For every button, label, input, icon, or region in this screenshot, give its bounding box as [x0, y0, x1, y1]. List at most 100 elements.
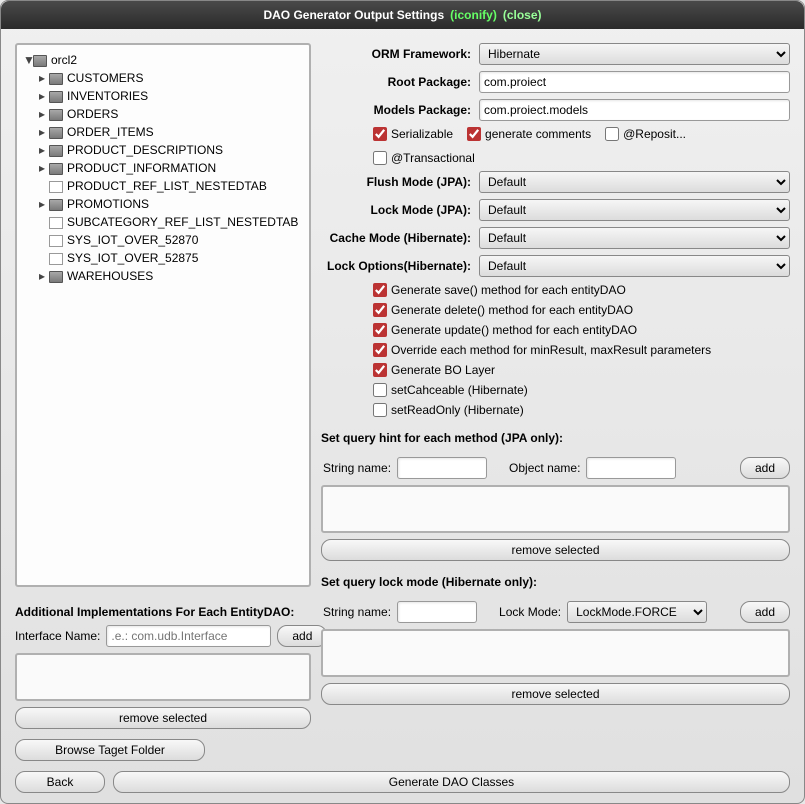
- hint-strname-input[interactable]: [397, 457, 487, 479]
- tree-root-label: orcl2: [51, 53, 77, 67]
- tree-item[interactable]: SYS_IOT_OVER_52875: [39, 249, 305, 267]
- generate-option[interactable]: Override each method for minResult, maxR…: [373, 343, 790, 357]
- tree-root[interactable]: ▼ orcl2 ▸ CUSTOMERS ▸ INVENTORIES ▸ ORDERS ▸ ORD…: [23, 51, 305, 285]
- tree-item[interactable]: SUBCATEGORY_REF_LIST_NESTEDTAB: [39, 213, 305, 231]
- interface-listbox[interactable]: [15, 653, 311, 701]
- lock-select[interactable]: Default: [479, 199, 790, 221]
- lock-label: Lock Mode (JPA):: [321, 203, 471, 217]
- interface-name-input[interactable]: [106, 625, 271, 647]
- triangle-right-icon[interactable]: ▸: [39, 195, 49, 213]
- triangle-right-icon[interactable]: ▸: [39, 159, 49, 177]
- tree-item-label: PRODUCT_INFORMATION: [67, 161, 216, 175]
- triangle-right-icon[interactable]: ▸: [39, 105, 49, 123]
- tree-item-label: INVENTORIES: [67, 89, 148, 103]
- qlock-strname-input[interactable]: [397, 601, 477, 623]
- tree-item[interactable]: ▸ INVENTORIES: [39, 87, 305, 105]
- tree-item-label: CUSTOMERS: [67, 71, 143, 85]
- tree-panel[interactable]: ▼ orcl2 ▸ CUSTOMERS ▸ INVENTORIES ▸ ORDERS ▸ ORD…: [15, 43, 311, 587]
- hint-objname-label: Object name:: [509, 461, 580, 475]
- modelspkg-input[interactable]: [479, 99, 790, 121]
- tree-item[interactable]: ▸ ORDERS: [39, 105, 305, 123]
- add-interface-button[interactable]: add: [277, 625, 327, 647]
- generate-option[interactable]: setReadOnly (Hibernate): [373, 403, 790, 417]
- triangle-right-icon[interactable]: ▸: [39, 69, 49, 87]
- qlock-remove-button[interactable]: remove selected: [321, 683, 790, 705]
- qlock-strname-label: String name:: [323, 605, 391, 619]
- tree-item[interactable]: ▸ PROMOTIONS: [39, 195, 305, 213]
- folder-icon: [49, 163, 63, 175]
- flush-label: Flush Mode (JPA):: [321, 175, 471, 189]
- lockopt-label: Lock Options(Hibernate):: [321, 259, 471, 273]
- tree-item-label: SUBCATEGORY_REF_LIST_NESTEDTAB: [67, 215, 298, 229]
- rootpkg-label: Root Package:: [321, 75, 471, 89]
- browse-target-button[interactable]: Browse Taget Folder: [15, 739, 205, 761]
- qlock-listbox[interactable]: [321, 629, 790, 677]
- window: DAO Generator Output Settings (iconify) …: [0, 0, 805, 804]
- orm-label: ORM Framework:: [321, 47, 471, 61]
- generate-option-label: Override each method for minResult, maxR…: [391, 343, 711, 357]
- file-icon: [49, 217, 63, 229]
- generate-option-label: Generate update() method for each entity…: [391, 323, 637, 337]
- generate-option-label: Generate save() method for each entityDA…: [391, 283, 626, 297]
- lockopt-select[interactable]: Default: [479, 255, 790, 277]
- hint-remove-button[interactable]: remove selected: [321, 539, 790, 561]
- tree-item[interactable]: ▸ WAREHOUSES: [39, 267, 305, 285]
- tree-item[interactable]: ▸ PRODUCT_INFORMATION: [39, 159, 305, 177]
- back-button[interactable]: Back: [15, 771, 105, 793]
- serializable-check[interactable]: Serializable: [373, 127, 453, 141]
- close-link[interactable]: (close): [503, 8, 542, 22]
- orm-select[interactable]: Hibernate: [479, 43, 790, 65]
- window-title: DAO Generator Output Settings: [263, 8, 444, 22]
- transactional-check[interactable]: @Transactional: [373, 151, 475, 165]
- hint-objname-input[interactable]: [586, 457, 676, 479]
- tree-item[interactable]: ▸ ORDER_ITEMS: [39, 123, 305, 141]
- generate-option[interactable]: setCahceable (Hibernate): [373, 383, 790, 397]
- folder-icon: [49, 127, 63, 139]
- modelspkg-label: Models Package:: [321, 103, 471, 117]
- tree-item-label: PRODUCT_REF_LIST_NESTEDTAB: [67, 179, 267, 193]
- tree-item-label: WAREHOUSES: [67, 269, 153, 283]
- cache-select[interactable]: Default: [479, 227, 790, 249]
- qlock-lockmode-label: Lock Mode:: [499, 605, 561, 619]
- titlebar: DAO Generator Output Settings (iconify) …: [1, 1, 804, 29]
- qlock-add-button[interactable]: add: [740, 601, 790, 623]
- triangle-right-icon[interactable]: ▸: [39, 267, 49, 285]
- hint-listbox[interactable]: [321, 485, 790, 533]
- triangle-right-icon[interactable]: ▸: [39, 87, 49, 105]
- remove-interface-button[interactable]: remove selected: [15, 707, 311, 729]
- triangle-right-icon[interactable]: ▸: [39, 123, 49, 141]
- bottom-bar: Back Generate DAO Classes: [1, 761, 804, 803]
- generate-option[interactable]: Generate save() method for each entityDA…: [373, 283, 790, 297]
- tree-item[interactable]: SYS_IOT_OVER_52870: [39, 231, 305, 249]
- generate-option-label: Generate delete() method for each entity…: [391, 303, 633, 317]
- generate-option-label: Generate BO Layer: [391, 363, 495, 377]
- folder-icon: [49, 199, 63, 211]
- tree-item-label: SYS_IOT_OVER_52870: [67, 233, 198, 247]
- triangle-down-icon[interactable]: ▼: [23, 51, 33, 69]
- tree-item[interactable]: PRODUCT_REF_LIST_NESTEDTAB: [39, 177, 305, 195]
- tree-item-label: PROMOTIONS: [67, 197, 149, 211]
- repository-check[interactable]: @Reposit...: [605, 127, 686, 141]
- iconify-link[interactable]: (iconify): [450, 8, 497, 22]
- generate-button[interactable]: Generate DAO Classes: [113, 771, 790, 793]
- generate-option[interactable]: Generate delete() method for each entity…: [373, 303, 790, 317]
- generate-option[interactable]: Generate BO Layer: [373, 363, 790, 377]
- triangle-right-icon[interactable]: ▸: [39, 141, 49, 159]
- generate-option[interactable]: Generate update() method for each entity…: [373, 323, 790, 337]
- qlock-lockmode-select[interactable]: LockMode.FORCE: [567, 601, 707, 623]
- tree-item-label: ORDER_ITEMS: [67, 125, 154, 139]
- tree-item-label: ORDERS: [67, 107, 118, 121]
- file-icon: [49, 253, 63, 265]
- hint-add-button[interactable]: add: [740, 457, 790, 479]
- tree-item[interactable]: ▸ PRODUCT_DESCRIPTIONS: [39, 141, 305, 159]
- hint-strname-label: String name:: [323, 461, 391, 475]
- tree-item[interactable]: ▸ CUSTOMERS: [39, 69, 305, 87]
- rootpkg-input[interactable]: [479, 71, 790, 93]
- flush-select[interactable]: Default: [479, 171, 790, 193]
- content: ▼ orcl2 ▸ CUSTOMERS ▸ INVENTORIES ▸ ORDERS ▸ ORD…: [1, 29, 804, 761]
- qlock-heading: Set query lock mode (Hibernate only):: [321, 575, 790, 589]
- folder-icon: [49, 109, 63, 121]
- tree-item-label: PRODUCT_DESCRIPTIONS: [67, 143, 223, 157]
- gencomments-check[interactable]: generate comments: [467, 127, 591, 141]
- folder-icon: [49, 73, 63, 85]
